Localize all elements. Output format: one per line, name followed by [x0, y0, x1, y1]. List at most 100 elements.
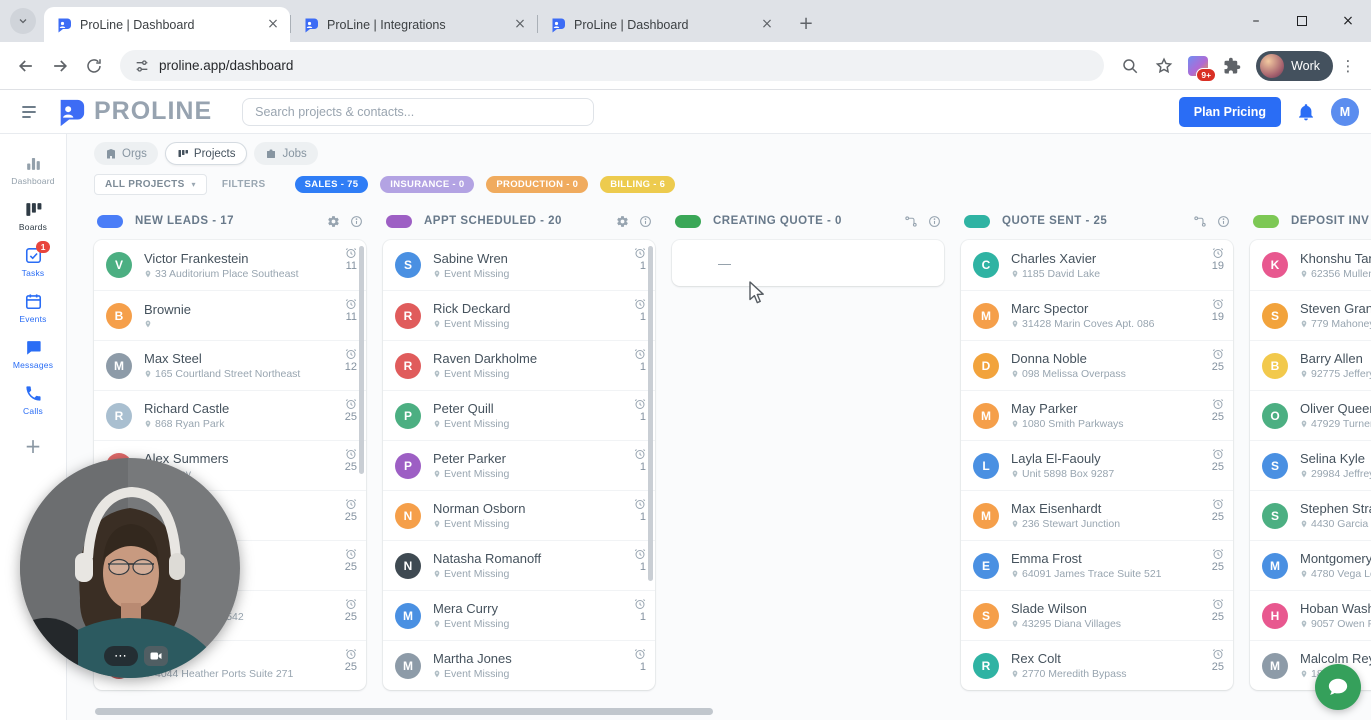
contact-card[interactable]: B Brownie 11 — [94, 290, 366, 340]
contact-card[interactable]: R Raven Darkholme Event Missing 1 — [383, 340, 655, 390]
contact-card[interactable]: E Emma Frost 64091 James Trace Suite 521… — [961, 540, 1233, 590]
contact-card[interactable]: M May Parker 1080 Smith Parkways 25 — [961, 390, 1233, 440]
contact-card[interactable]: H Hoban Wash 9057 Owen P — [1250, 590, 1371, 640]
contact-card[interactable]: L Layla El-Faouly Unit 5898 Box 9287 25 — [961, 440, 1233, 490]
avatar: B — [1262, 352, 1288, 379]
contact-card[interactable]: S Sabine Wren Event Missing 1 — [383, 240, 655, 290]
contact-card[interactable]: R Rex Colt 2770 Meredith Bypass 25 — [961, 640, 1233, 690]
browser-tab[interactable]: ProLine | Dashboard × — [538, 7, 784, 42]
column-scrollbar[interactable] — [359, 246, 364, 474]
site-info-icon[interactable] — [134, 58, 150, 74]
browser-tab[interactable]: ProLine | Dashboard × — [44, 7, 290, 42]
contact-card[interactable]: S Steven Grant 779 Mahoney — [1250, 290, 1371, 340]
contact-card[interactable]: M Martha Jones Event Missing 1 — [383, 640, 655, 690]
reload-icon[interactable] — [78, 50, 110, 82]
close-window-button[interactable]: × — [1325, 0, 1371, 42]
contact-card[interactable]: S Stephen Stra 4430 Garcia — [1250, 490, 1371, 540]
info-icon[interactable] — [639, 215, 652, 228]
info-icon[interactable] — [1217, 215, 1230, 228]
info-icon[interactable] — [350, 215, 363, 228]
contact-card[interactable]: O Oliver Queen 47929 Turner — [1250, 390, 1371, 440]
tab-close-icon[interactable]: × — [511, 16, 529, 34]
sidebar-item[interactable]: Dashboard — [0, 154, 66, 186]
horizontal-scrollbar[interactable] — [95, 708, 713, 715]
column-color-chip — [675, 214, 701, 228]
contact-card[interactable]: S Slade Wilson 43295 Diana Villages 25 — [961, 590, 1233, 640]
pipeline-badge[interactable]: SALES - 75 — [294, 176, 369, 193]
tab-close-icon[interactable]: × — [758, 16, 776, 34]
automation-icon[interactable] — [904, 215, 918, 228]
contact-card[interactable]: M Mera Curry Event Missing 1 — [383, 590, 655, 640]
search-input[interactable] — [242, 97, 595, 126]
tab-close-icon[interactable]: × — [264, 16, 282, 34]
gear-icon[interactable] — [327, 215, 340, 228]
user-avatar[interactable]: M — [1331, 97, 1359, 126]
sidebar-item[interactable]: Messages — [0, 338, 66, 370]
plan-pricing-button[interactable]: Plan Pricing — [1178, 96, 1281, 127]
proline-logo[interactable]: PROLINE — [56, 97, 212, 127]
gear-icon[interactable] — [616, 215, 629, 228]
pipeline-badge[interactable]: BILLING - 6 — [600, 176, 676, 193]
clock-icon — [634, 348, 646, 360]
tab-projects[interactable]: Projects — [164, 142, 248, 165]
info-icon[interactable] — [928, 215, 941, 228]
sidebar-item[interactable]: Events — [0, 292, 66, 324]
column-panel: C Charles Xavier 1185 David Lake 19 M Ma… — [961, 240, 1233, 690]
contact-card[interactable]: P Peter Quill Event Missing 1 — [383, 390, 655, 440]
contact-card[interactable]: D Donna Noble 098 Melissa Overpass 25 — [961, 340, 1233, 390]
notifications-bell-icon[interactable] — [1291, 97, 1321, 127]
automation-icon[interactable] — [1193, 215, 1207, 228]
chat-launcher-button[interactable] — [1315, 664, 1361, 710]
pipeline-badge[interactable]: INSURANCE - 0 — [380, 176, 475, 193]
contact-card[interactable]: N Norman Osborn Event Missing 1 — [383, 490, 655, 540]
avatar: M — [395, 602, 421, 629]
tab-orgs[interactable]: Orgs — [94, 142, 158, 165]
address-bar[interactable]: proline.app/dashboard — [120, 50, 1105, 81]
browser-profile-chip[interactable]: Work — [1256, 50, 1333, 81]
clock-icon — [634, 448, 646, 460]
extension-icon[interactable]: 9+ — [1182, 50, 1217, 82]
search-icon[interactable] — [1114, 50, 1146, 82]
contact-card[interactable]: M Max Eisenhardt 236 Stewart Junction 25 — [961, 490, 1233, 540]
tab-jobs[interactable]: Jobs — [254, 142, 318, 165]
contact-card[interactable]: M Max Steel 165 Courtland Street Northea… — [94, 340, 366, 390]
contact-card[interactable]: R Richard Castle 868 Ryan Park 25 — [94, 390, 366, 440]
avatar: M — [973, 502, 999, 529]
contact-card[interactable]: B Barry Allen 92775 Jeffery — [1250, 340, 1371, 390]
forward-icon[interactable] — [44, 50, 76, 82]
browser-tab[interactable]: ProLine | Integrations × — [291, 7, 537, 42]
column-scrollbar[interactable] — [648, 246, 653, 581]
contact-card[interactable]: R Rick Deckard Event Missing 1 — [383, 290, 655, 340]
sidebar-add-button[interactable]: + — [25, 434, 42, 458]
contact-card[interactable]: P Peter Parker Event Missing 1 — [383, 440, 655, 490]
sidebar-item[interactable]: Boards — [0, 200, 66, 232]
contact-name: Richard Castle — [144, 401, 230, 416]
browser-menu-icon[interactable]: ⋮ — [1335, 50, 1361, 82]
webcam-overlay[interactable]: ⋯ — [20, 458, 240, 678]
project-filter-dropdown[interactable]: ALL PROJECTS ▾ — [94, 174, 207, 195]
back-icon[interactable] — [10, 50, 42, 82]
pipeline-badge[interactable]: PRODUCTION - 0 — [486, 176, 589, 193]
contact-card[interactable]: M Montgomery 4780 Vega Lo — [1250, 540, 1371, 590]
contact-card[interactable]: N Natasha Romanoff Event Missing 1 — [383, 540, 655, 590]
contact-card[interactable]: M Marc Spector 31428 Marin Coves Apt. 08… — [961, 290, 1233, 340]
new-tab-button[interactable]: + — [792, 9, 820, 37]
contact-name: Stephen Stra — [1300, 501, 1371, 516]
bookmark-star-icon[interactable] — [1148, 50, 1180, 82]
contact-name: Rick Deckard — [433, 301, 511, 316]
contact-card[interactable]: K Khonshu Tan 62356 Mullen — [1250, 240, 1371, 290]
contact-card[interactable]: S Selina Kyle 29984 Jeffrey — [1250, 440, 1371, 490]
contact-card[interactable]: C Charles Xavier 1185 David Lake 19 — [961, 240, 1233, 290]
webcam-more-button[interactable]: ⋯ — [104, 646, 138, 666]
avatar: P — [395, 402, 421, 429]
filters-button[interactable]: FILTERS — [222, 179, 266, 190]
minimize-button[interactable]: – — [1233, 0, 1279, 42]
tab-search-icon[interactable] — [10, 8, 36, 34]
sidebar-item[interactable]: Calls — [0, 384, 66, 416]
contact-card[interactable]: V Victor Frankestein 33 Auditorium Place… — [94, 240, 366, 290]
webcam-camera-button[interactable] — [144, 646, 168, 666]
extensions-puzzle-icon[interactable] — [1216, 50, 1248, 82]
menu-icon[interactable] — [12, 95, 46, 129]
sidebar-item[interactable]: 1 Tasks — [0, 241, 66, 278]
maximize-button[interactable] — [1279, 0, 1325, 42]
